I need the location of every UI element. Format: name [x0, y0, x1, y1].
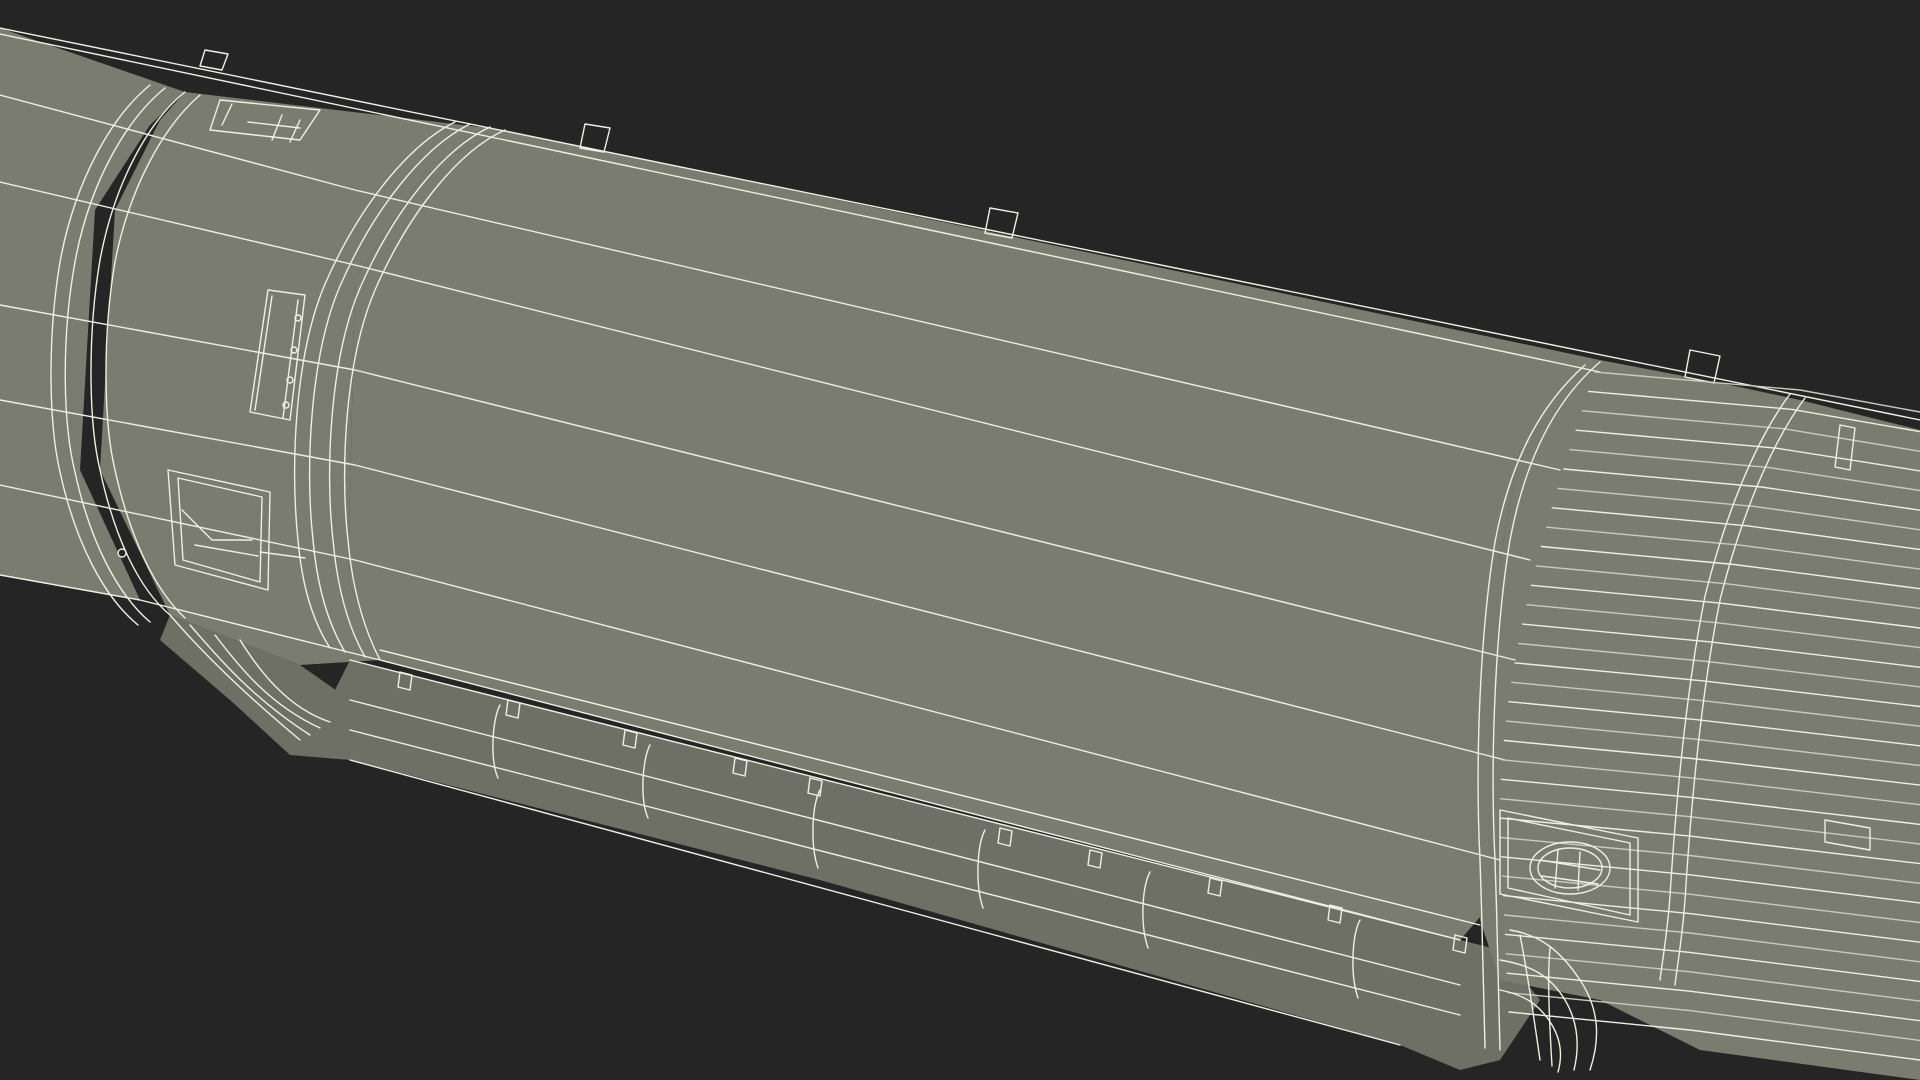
rocket-stage-wireframe [0, 0, 1920, 1080]
wireframe-render-viewport[interactable] [0, 0, 1920, 1080]
